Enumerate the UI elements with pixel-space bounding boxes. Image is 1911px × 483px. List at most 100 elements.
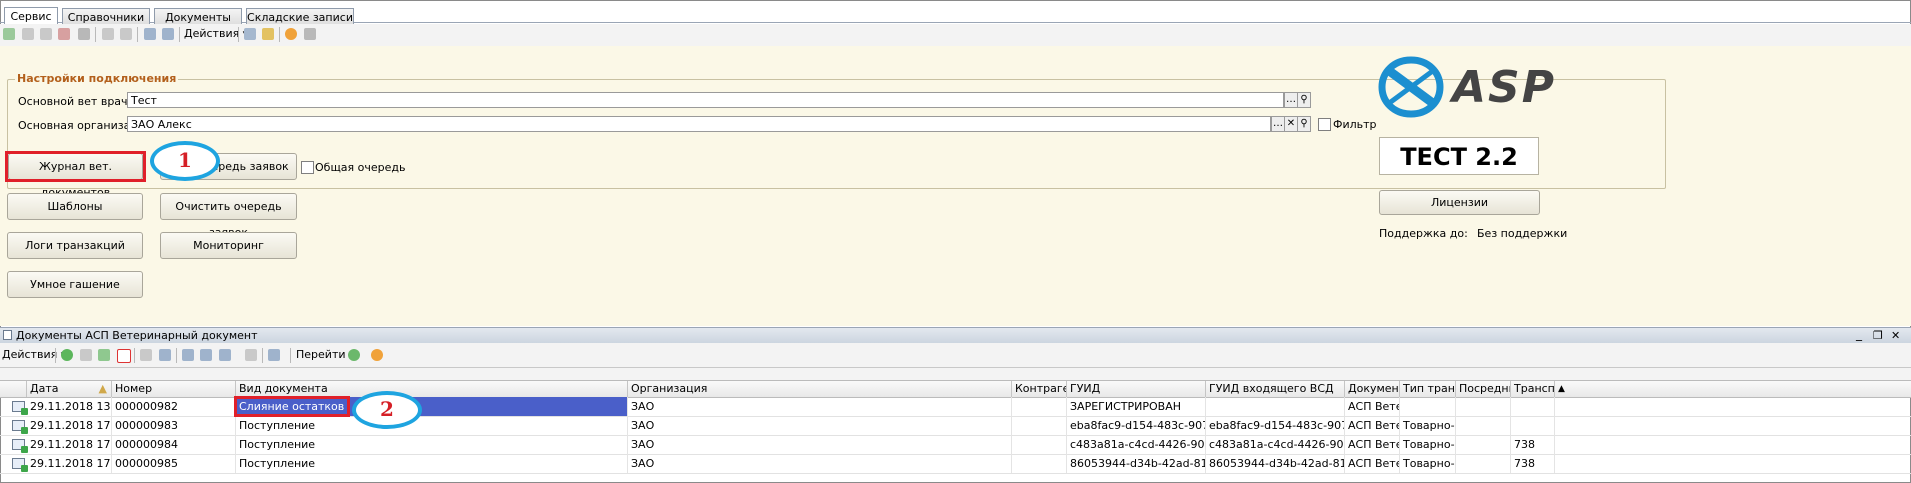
org-select-button[interactable]: … [1271,116,1285,132]
arrow-up-icon[interactable] [102,28,114,40]
org-search-icon[interactable]: ⚲ [1297,116,1311,132]
list-toolbar: Действия ▾ Перейти ▾ [0,343,1911,368]
cell-type: Поступление [236,454,628,473]
help-icon[interactable] [371,349,383,361]
header-counterparty[interactable]: Контрагент [1012,381,1067,397]
list-actions-menu[interactable]: Действия ▾ [2,348,66,361]
output-icon[interactable] [268,349,280,361]
cell-number: 000000982 [112,397,236,416]
delete-icon[interactable] [58,28,70,40]
org-field[interactable]: ЗАО Алекс [127,116,1271,132]
vet-field[interactable]: Тест [127,92,1284,108]
header-organization[interactable]: Организация [628,381,1012,397]
header-number[interactable]: Номер [112,381,236,397]
sort-desc-icon[interactable] [162,28,174,40]
structure-icon[interactable] [244,28,256,40]
add-icon[interactable] [3,28,15,40]
cell-ttype: Товарно-... [1400,454,1456,473]
cell-contr [1012,416,1067,435]
edit-icon[interactable] [98,349,110,361]
common-queue-label: Общая очередь [315,161,406,174]
cell-date: 29.11.2018 13:53:... [27,397,112,416]
cell-date: 29.11.2018 17:40:... [27,435,112,454]
transaction-logs-button[interactable]: Логи транзакций [7,232,143,259]
cell-guid: c483a81a-c4cd-4426-9024-50b... [1067,435,1206,454]
smart-quench-button[interactable]: Умное гашение [7,271,143,298]
vet-document-icon [12,420,28,434]
table-row[interactable]: 29.11.2018 17:40:...000000984Поступление… [0,435,1911,455]
cell-mid [1456,454,1511,473]
cell-guid: ЗАРЕГИСТРИРОВАН [1067,397,1206,416]
find-icon[interactable] [159,349,171,361]
cell-trans: 738 [1511,454,1555,473]
cell-contr [1012,454,1067,473]
header-transport[interactable]: Транспор [1511,381,1555,397]
filter-label: Фильтр [1333,118,1377,131]
header-trans-type[interactable]: Тип тран... [1400,381,1456,397]
cell-guid: 86053944-d34b-42ad-81b6-b93... [1067,454,1206,473]
asp-logo-icon [1378,56,1444,118]
templates-button[interactable]: Шаблоны [7,193,143,220]
minimize-icon[interactable]: _ [1856,327,1862,342]
section-tabbar: Сервис Справочники Документы Складские з… [0,4,1911,27]
monitoring-button[interactable]: Мониторинг [160,232,297,259]
support-value: Без поддержки [1477,227,1568,240]
scroll-up-icon[interactable]: ▲ [1555,381,1567,397]
cell-trans [1511,416,1555,435]
cell-number: 000000985 [112,454,236,473]
cell-org: ЗАО [628,397,1012,416]
cell-ttype: Товарно-... [1400,435,1456,454]
header-date[interactable]: Дата ▲ [27,381,112,397]
org-clear-icon[interactable]: ✕ [1284,116,1298,132]
cell-mid [1456,435,1511,454]
cell-guid: eba8fac9-d154-483c-9070-377... [1067,416,1206,435]
cell-number: 000000983 [112,416,236,435]
vet-document-icon [12,458,28,472]
add-icon[interactable] [61,349,73,361]
link-icon[interactable] [140,349,152,361]
list-title-bar: Документы АСП Ветеринарный документ _ ❐ … [0,327,1911,344]
goto-menu[interactable]: Перейти ▾ [296,348,355,361]
clear-filter-icon[interactable] [245,349,257,361]
cell-doc: АСП Вете... [1345,416,1400,435]
settings-grid-icon[interactable] [304,28,316,40]
vet-document-icon [12,401,28,415]
save-icon[interactable] [78,28,90,40]
header-guid-in[interactable]: ГУИД входящего ВСД [1206,381,1345,397]
version-label: ТЕСТ 2.2 [1379,137,1539,175]
copy-icon[interactable] [80,349,92,361]
common-queue-checkbox[interactable] [301,161,314,174]
filter-checkbox[interactable] [1318,118,1331,131]
vet-select-button[interactable]: … [1284,92,1298,108]
load-icon[interactable] [262,28,274,40]
edit-icon[interactable] [40,28,52,40]
callout-2: 2 [352,391,422,429]
header-doc-type[interactable]: Вид документа [236,381,628,397]
licenses-button[interactable]: Лицензии [1379,190,1540,215]
help-icon[interactable] [285,28,297,40]
header-icon-col [0,381,27,397]
filter-icon[interactable] [182,349,194,361]
table-row[interactable]: 29.11.2018 17:40:...000000983Поступление… [0,416,1911,436]
delete-icon[interactable] [117,349,131,363]
arrow-down-icon[interactable] [120,28,132,40]
copy-icon[interactable] [22,28,34,40]
vet-label: Основной вет врач: [18,95,132,108]
document-icon [3,330,12,340]
header-document[interactable]: Докумен... [1345,381,1400,397]
header-intermediary[interactable]: Посредник [1456,381,1511,397]
filter-value-icon[interactable] [200,349,212,361]
restore-icon[interactable]: ❐ [1873,328,1883,343]
header-guid[interactable]: ГУИД [1067,381,1206,397]
highlight-box-2 [234,396,350,417]
table-row[interactable]: 29.11.2018 17:40:...000000985Поступление… [0,454,1911,474]
filter-list-icon[interactable] [219,349,231,361]
close-icon[interactable]: ✕ [1891,328,1900,343]
vet-search-icon[interactable]: ⚲ [1297,92,1311,108]
callout-1: 1 [150,141,220,181]
cell-mid [1456,397,1511,416]
sort-asc-icon[interactable] [144,28,156,40]
refresh-icon[interactable] [348,349,360,361]
cell-trans: 738 [1511,435,1555,454]
clear-queue-button[interactable]: Очистить очередь заявок [160,193,297,239]
